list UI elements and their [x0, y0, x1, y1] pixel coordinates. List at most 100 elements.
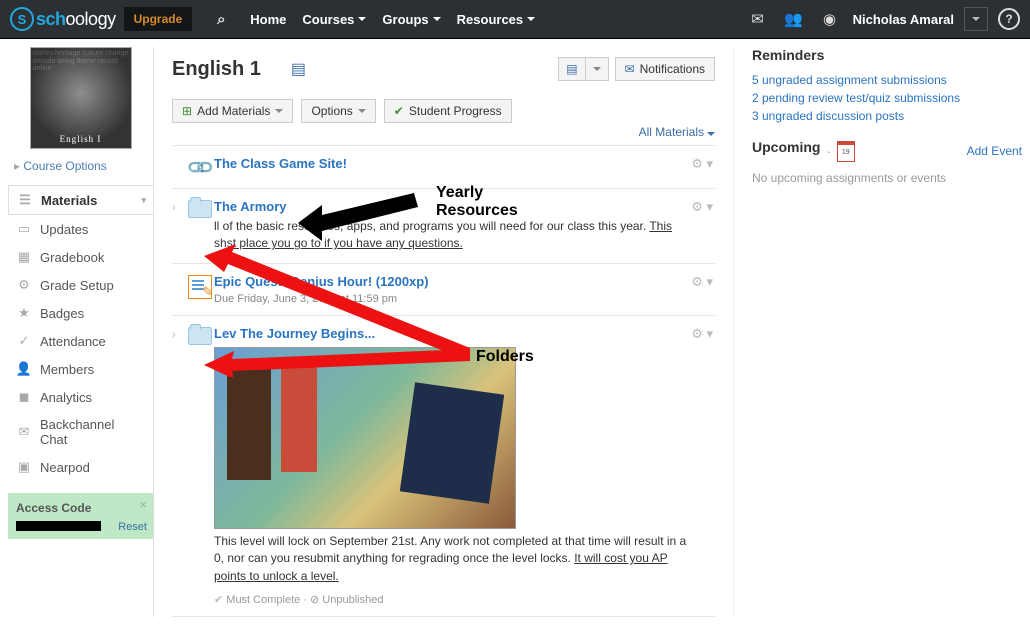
access-code-value: [16, 521, 101, 531]
sidebar-item-grade-setup[interactable]: ⚙ Grade Setup: [8, 271, 153, 299]
add-icon: ⊞: [182, 104, 192, 118]
link-icon: 🔗: [185, 152, 216, 183]
reminder-link[interactable]: 2 pending review test/quiz submissions: [752, 89, 1022, 107]
expand-chevron[interactable]: [172, 274, 186, 305]
course-header: English 1 ▤ ▤ ✉ Notifications: [172, 47, 715, 95]
material-row: › Lev The Journey Begins... This level wil…: [172, 316, 715, 617]
add-event-link[interactable]: Add Event: [967, 144, 1022, 158]
material-description: ll of the basic resources, apps, and pro…: [214, 218, 691, 253]
nav-groups[interactable]: Groups: [382, 12, 440, 27]
gear-icon[interactable]: ⚙ ▾: [691, 326, 715, 606]
sidebar-item-label: Attendance: [40, 334, 106, 349]
user-name[interactable]: Nicholas Amaral: [853, 12, 954, 27]
add-materials-button[interactable]: ⊞ Add Materials: [172, 99, 293, 123]
people-icon[interactable]: 👥: [781, 6, 807, 32]
view-toggle[interactable]: ▤: [558, 57, 608, 81]
reminder-link[interactable]: 3 ungraded discussion posts: [752, 107, 1022, 125]
top-nav: ⌕ Home Courses Groups Resources: [208, 6, 535, 32]
sidebar-icon: ▭: [16, 221, 32, 237]
material-description: This level will lock on September 21st. …: [214, 533, 691, 585]
list-view-icon[interactable]: ▤: [559, 58, 584, 80]
material-subtitle: Due Friday, June 3, 2016 at 11:59 pm: [214, 293, 691, 305]
search-icon[interactable]: ⌕: [208, 6, 234, 32]
sidebar-icon: ◼: [16, 389, 32, 405]
view-caret[interactable]: [585, 58, 608, 80]
sidebar-icon: ⚙: [16, 277, 32, 293]
sidebar-item-analytics[interactable]: ◼ Analytics: [8, 383, 153, 411]
options-button[interactable]: Options: [301, 99, 375, 123]
sidebar-item-backchannel-chat[interactable]: ✉ Backchannel Chat: [8, 411, 153, 453]
help-icon[interactable]: ?: [998, 8, 1020, 30]
upcoming-title: Upcoming: [752, 139, 820, 155]
nav-courses[interactable]: Courses: [302, 12, 366, 27]
upgrade-button[interactable]: Upgrade: [124, 7, 193, 31]
expand-chevron[interactable]: ›: [172, 326, 186, 606]
access-reset[interactable]: Reset: [118, 521, 147, 533]
folder-icon: [188, 327, 212, 345]
material-image: [214, 347, 516, 529]
sidebar-icon: ★: [16, 305, 32, 321]
side-menu: ☰Materials▾▭Updates▦Gradebook⚙Grade Setu…: [8, 185, 153, 481]
sidebar-item-label: Materials: [41, 193, 97, 208]
mail-icon: ✉: [625, 62, 635, 76]
materials-list: 🔗The Class Game Site! ⚙ ▾ › The Armory ll of…: [172, 145, 715, 617]
mail-icon[interactable]: ✉: [745, 6, 771, 32]
course-image[interactable]: stories heritage culture change attitude…: [30, 47, 132, 149]
user-dropdown[interactable]: [964, 7, 988, 31]
right-sidebar: Reminders 5 ungraded assignment submissi…: [733, 47, 1022, 617]
sidebar-item-label: Badges: [40, 306, 84, 321]
folder-icon: [188, 200, 212, 218]
reminders-title: Reminders: [752, 47, 1022, 63]
main-column: English 1 ▤ ▤ ✉ Notifications ⊞ Add Mate…: [153, 47, 733, 617]
nav-resources[interactable]: Resources: [457, 12, 535, 27]
sidebar-icon: ☰: [17, 192, 33, 208]
student-progress-button[interactable]: ✔ Student Progress: [384, 99, 512, 123]
sidebar-item-label: Backchannel Chat: [40, 417, 145, 447]
gear-icon[interactable]: ⚙ ▾: [691, 156, 715, 178]
material-row: › The Armory ll of the basic resources, ap…: [172, 189, 715, 264]
logo-text: schoology: [36, 9, 116, 30]
sidebar-item-label: Grade Setup: [40, 278, 114, 293]
page-title: English 1: [172, 58, 261, 81]
material-title[interactable]: The Class Game Site!: [214, 156, 347, 171]
material-title[interactable]: The Armory: [214, 199, 286, 214]
material-status: ✔ Must Complete · ⊘ Unpublished: [214, 593, 691, 606]
apps-icon[interactable]: ◉: [817, 6, 843, 32]
material-title[interactable]: Epic Quest: Genius Hour! (1200xp): [214, 274, 429, 289]
sidebar-item-updates[interactable]: ▭ Updates: [8, 215, 153, 243]
reminder-link[interactable]: 5 ungraded assignment submissions: [752, 71, 1022, 89]
sidebar-icon: ▣: [16, 459, 32, 475]
logo[interactable]: S schoology: [10, 7, 116, 31]
sidebar-item-badges[interactable]: ★ Badges: [8, 299, 153, 327]
access-code-label: Access Code: [16, 501, 145, 515]
sidebar-icon: 👤: [16, 361, 32, 377]
assignment-icon: [188, 275, 212, 299]
expand-chevron[interactable]: ›: [172, 199, 186, 253]
sidebar-item-label: Analytics: [40, 390, 92, 405]
notifications-button[interactable]: ✉ Notifications: [615, 57, 715, 81]
calendar-icon[interactable]: 19: [837, 141, 855, 162]
gear-icon[interactable]: ⚙ ▾: [691, 199, 715, 253]
close-icon[interactable]: ×: [139, 497, 147, 512]
check-icon: ✔: [394, 104, 404, 118]
sidebar-item-label: Nearpod: [40, 460, 90, 475]
topbar: S schoology Upgrade ⌕ Home Courses Group…: [0, 0, 1030, 39]
sidebar-item-label: Updates: [40, 222, 88, 237]
material-title[interactable]: Lev The Journey Begins...: [214, 326, 375, 341]
info-icon[interactable]: ▤: [291, 59, 306, 79]
course-image-label: English I: [31, 134, 131, 144]
left-sidebar: stories heritage culture change attitude…: [8, 47, 153, 617]
gear-icon[interactable]: ⚙ ▾: [691, 274, 715, 305]
sidebar-item-nearpod[interactable]: ▣ Nearpod: [8, 453, 153, 481]
sidebar-icon: ✓: [16, 333, 32, 349]
material-row: Epic Quest: Genius Hour! (1200xp) Due Fri…: [172, 264, 715, 316]
sidebar-icon: ✉: [16, 424, 32, 440]
sidebar-item-members[interactable]: 👤Members: [8, 355, 153, 383]
sidebar-item-gradebook[interactable]: ▦Gradebook: [8, 243, 153, 271]
nav-home[interactable]: Home: [250, 12, 286, 27]
sidebar-item-materials[interactable]: ☰Materials▾: [8, 185, 154, 215]
materials-filter[interactable]: All Materials: [172, 125, 715, 139]
sidebar-item-attendance[interactable]: ✓ Attendance: [8, 327, 153, 355]
course-options[interactable]: Course Options: [8, 155, 153, 177]
topbar-right: ✉ 👥 ◉ Nicholas Amaral ?: [745, 6, 1020, 32]
